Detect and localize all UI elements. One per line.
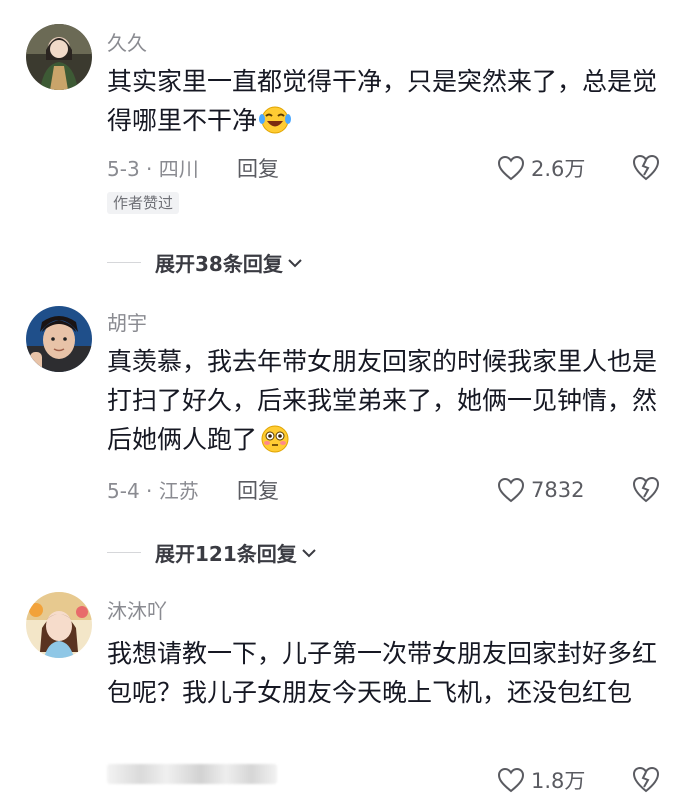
like-button[interactable]: 1.8万 [497,765,585,795]
expand-replies-label: 展开121条回复 [155,542,297,566]
flushed-emoji [259,424,291,465]
chevron-down-icon [288,258,302,267]
dislike-button[interactable] [631,153,661,183]
reply-button[interactable]: 回复 [237,156,279,182]
comment-username[interactable]: 胡宇 [107,310,147,336]
laughing-tears-emoji [259,105,292,146]
expand-replies-label: 展开38条回复 [155,252,283,276]
avatar[interactable] [26,592,92,658]
heart-outline-icon [497,155,525,181]
like-button[interactable]: 2.6万 [497,153,585,183]
avatar[interactable] [26,306,92,372]
dislike-button[interactable] [631,765,661,795]
comment-username[interactable]: 久久 [107,30,147,56]
expand-replies-button[interactable]: 展开121条回复 [107,538,317,567]
comment-text: 我想请教一下，儿子第一次带女朋友回家封好多红包呢？我儿子女朋友今天晚上飞机，还没… [107,639,658,707]
comment-meta: 5-4 · 江苏 [107,479,199,503]
broken-heart-icon [632,476,660,503]
comment-text: 其实家里一直都觉得干净，只是突然来了，总是觉得哪里不干净 [107,62,667,146]
chevron-down-icon [302,548,316,557]
like-count: 1.8万 [531,769,586,793]
broken-heart-icon [632,766,660,793]
comment-username[interactable]: 沐沐吖 [107,598,167,624]
like-count: 2.6万 [531,157,586,181]
reply-button[interactable]: 回复 [237,478,279,504]
comment-text: 真羡慕，我去年带女朋友回家的时候我家里人也是打扫了好久，后来我堂弟来了，她俩一见… [107,342,667,465]
comment-text-body: 真羡慕，我去年带女朋友回家的时候我家里人也是打扫了好久，后来我堂弟来了，她俩一见… [107,347,658,454]
like-count: 7832 [531,478,585,502]
divider [107,552,141,553]
dislike-button[interactable] [631,475,661,505]
heart-outline-icon [497,477,525,503]
comment-text-body: 其实家里一直都觉得干净，只是突然来了，总是觉得哪里不干净 [107,67,658,135]
author-liked-badge: 作者赞过 [107,192,180,214]
broken-heart-icon [632,154,660,181]
avatar[interactable] [26,24,92,90]
divider [107,262,141,263]
comment-meta: 5-3 · 四川 [107,157,199,181]
comment-meta-blurred [107,764,277,784]
like-button[interactable]: 7832 [497,475,584,505]
expand-replies-button[interactable]: 展开38条回复 [107,248,303,277]
heart-outline-icon [497,767,525,793]
